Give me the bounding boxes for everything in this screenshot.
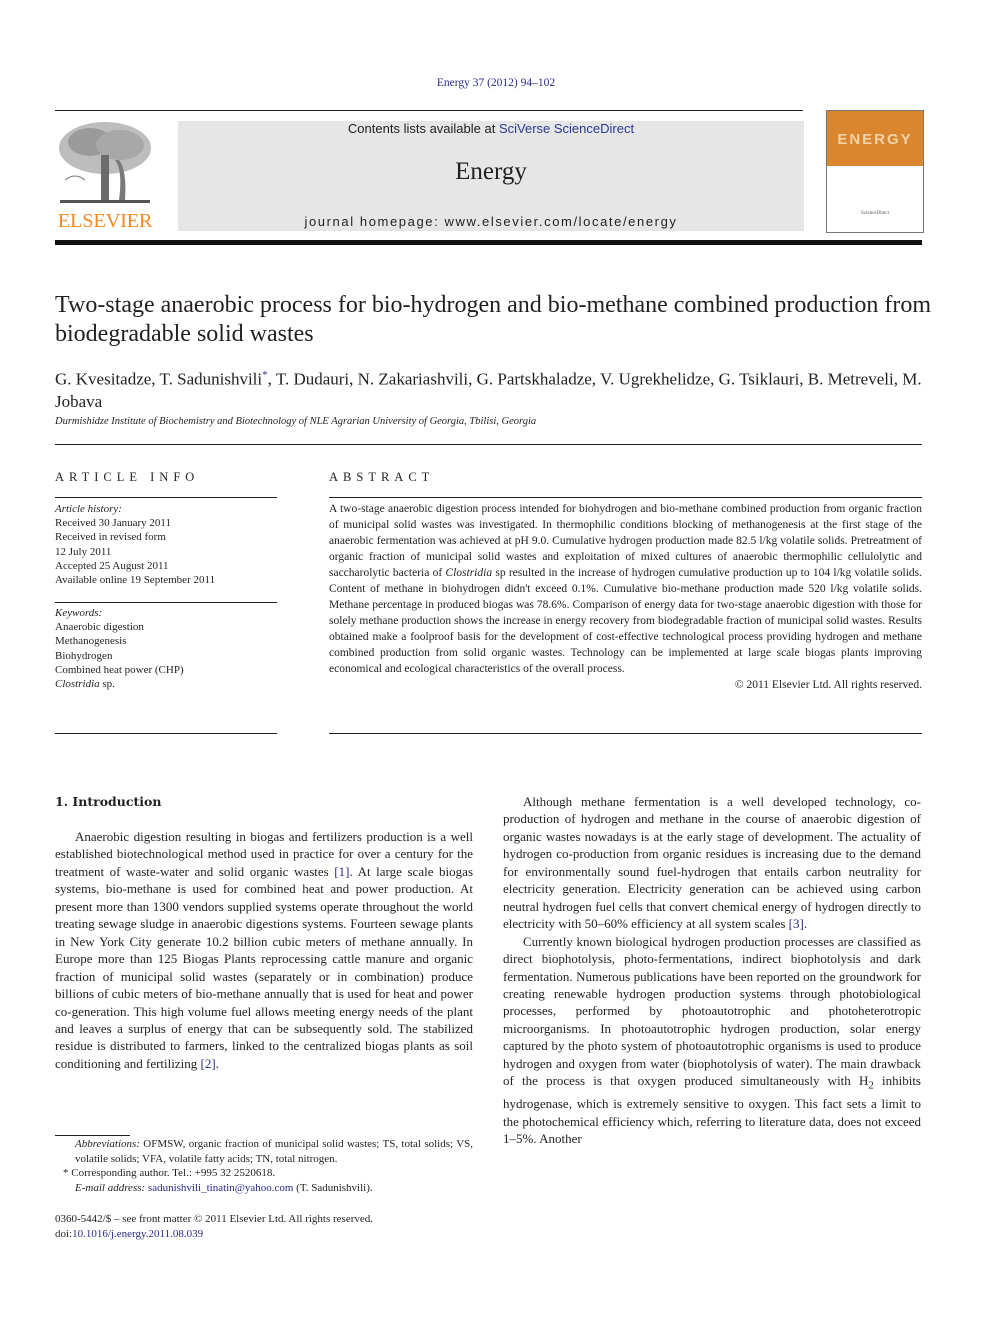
article-info-heading: ARTICLE INFO	[55, 470, 200, 484]
issn-line: 0360-5442/$ – see front matter © 2011 El…	[55, 1213, 374, 1225]
history-item: 12 July 2011	[55, 545, 112, 558]
abstract-text: A two-stage anaerobic digestion process …	[329, 503, 922, 691]
divider	[55, 733, 277, 734]
journal-name: Energy	[455, 158, 527, 185]
front-matter: 0360-5442/$ – see front matter © 2011 El…	[55, 1212, 473, 1241]
elsevier-logo[interactable]: ELSEVIER	[55, 120, 155, 232]
elsevier-wordmark: ELSEVIER	[57, 210, 153, 232]
footnote-rule	[55, 1135, 130, 1136]
elsevier-tree-icon	[59, 122, 151, 203]
body-column-right: Although methane fermentation is a well …	[503, 793, 921, 1148]
email-note: E-mail address: sadunishvili_tinatin@yah…	[75, 1181, 373, 1194]
header-thick-rule	[55, 240, 922, 245]
paragraph: Although methane fermentation is a well …	[503, 794, 921, 932]
section-heading-introduction: 1. Introduction	[55, 794, 162, 809]
journal-cover-thumbnail[interactable]: ENERGY ScienceDirect	[826, 110, 924, 233]
email-link[interactable]: sadunishvili_tinatin@yahoo.com	[148, 1182, 293, 1194]
author-list: G. Kvesitadze, T. Sadunishvili*, T. Duda…	[55, 369, 922, 411]
paragraph: Currently known biological hydrogen prod…	[503, 933, 921, 1147]
title-rule	[55, 444, 922, 445]
article-history: Article history: Received 30 January 201…	[55, 502, 277, 587]
abstract-heading: ABSTRACT	[329, 470, 435, 484]
keyword-item: Combined heat power (CHP)	[55, 663, 184, 676]
history-item: Received 30 January 2011	[55, 517, 171, 530]
reference-link[interactable]: [3]	[789, 916, 804, 931]
cover-title: ENERGY	[837, 131, 913, 148]
journal-citation-link[interactable]: Energy 37 (2012) 94–102	[0, 77, 992, 89]
divider	[55, 602, 277, 603]
keyword-item: Methanogenesis	[55, 635, 127, 648]
divider	[55, 497, 277, 498]
divider	[329, 733, 922, 734]
divider	[329, 497, 922, 498]
abbreviations-note: Abbreviations: OFMSW, organic fraction o…	[75, 1138, 473, 1165]
history-item: Received in revised form	[55, 531, 166, 544]
keyword-item: Anaerobic digestion	[55, 621, 144, 634]
corresponding-author-note: * Corresponding author. Tel.: +995 32 25…	[63, 1167, 276, 1179]
history-item: Accepted 25 August 2011	[55, 559, 169, 572]
keyword-item: Clostridia sp.	[55, 678, 115, 691]
body-column-left: Anaerobic digestion resulting in biogas …	[55, 828, 473, 1072]
cover-sciencedirect-mark: ScienceDirect	[860, 211, 890, 216]
article-title: Two-stage anaerobic process for bio-hydr…	[55, 292, 932, 347]
journal-homepage[interactable]: journal homepage: www.elsevier.com/locat…	[178, 214, 804, 229]
reference-link[interactable]: [2]	[201, 1056, 216, 1071]
journal-banner: Contents lists available at SciVerse Sci…	[178, 121, 804, 231]
sciencedirect-link[interactable]: SciVerse ScienceDirect	[499, 121, 634, 136]
footnotes: Abbreviations: OFMSW, organic fraction o…	[55, 1137, 473, 1195]
doi-line: doi:10.1016/j.energy.2011.08.039	[55, 1227, 204, 1240]
paragraph: Anaerobic digestion resulting in biogas …	[55, 829, 474, 1071]
affiliation: Durmishidze Institute of Biochemistry an…	[55, 416, 537, 427]
keywords: Keywords: Anaerobic digestion Methanogen…	[55, 606, 277, 691]
history-item: Available online 19 September 2011	[55, 574, 216, 587]
reference-link[interactable]: [1]	[334, 864, 349, 879]
keyword-item: Biohydrogen	[55, 649, 113, 662]
header-rule	[55, 110, 803, 111]
doi-link[interactable]: 10.1016/j.energy.2011.08.039	[72, 1228, 203, 1240]
contents-line: Contents lists available at SciVerse Sci…	[347, 121, 635, 136]
abstract-copyright: © 2011 Elsevier Ltd. All rights reserved…	[734, 679, 922, 691]
